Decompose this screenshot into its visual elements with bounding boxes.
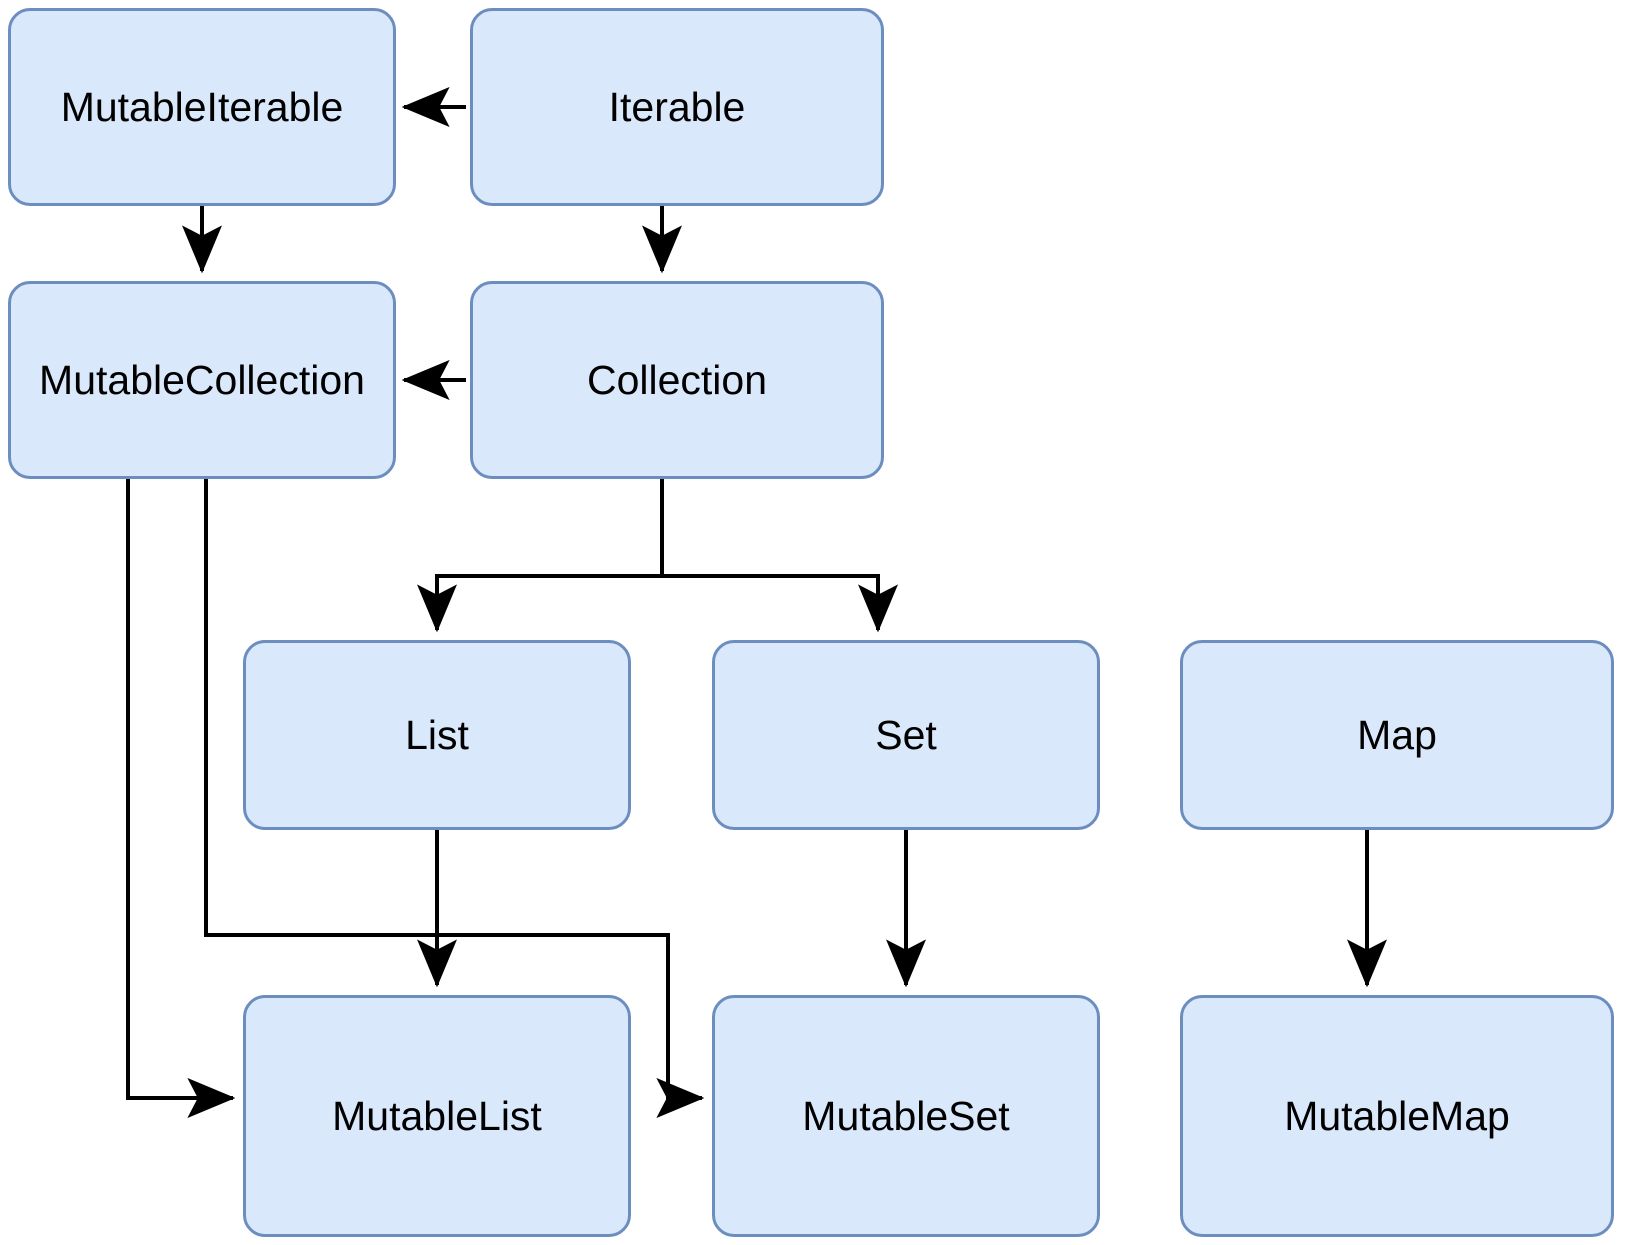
edge-collection-to-set: [660, 479, 898, 633]
node-label-mutable-iterable: MutableIterable: [60, 83, 344, 130]
node-label-list: List: [405, 711, 469, 758]
node-label-mutable-collection: MutableCollection: [39, 356, 365, 403]
node-label-mutable-list: MutableList: [332, 1092, 542, 1139]
node-set[interactable]: Set: [712, 640, 1100, 830]
node-label-map: Map: [1357, 711, 1437, 758]
node-mutable-list[interactable]: MutableList: [243, 995, 631, 1237]
node-label-mutable-map: MutableMap: [1284, 1092, 1510, 1139]
edge-collection-to-list: [417, 479, 664, 633]
diagram-canvas: MutableIterable Iterable MutableCollection…: [0, 0, 1627, 1245]
node-iterable[interactable]: Iterable: [470, 8, 884, 206]
node-list[interactable]: List: [243, 640, 631, 830]
node-mutable-map[interactable]: MutableMap: [1180, 995, 1614, 1237]
node-mutable-collection[interactable]: MutableCollection: [8, 281, 396, 479]
node-mutable-iterable[interactable]: MutableIterable: [8, 8, 396, 206]
node-map[interactable]: Map: [1180, 640, 1614, 830]
node-label-set: Set: [875, 711, 937, 758]
node-label-collection: Collection: [586, 356, 768, 403]
node-collection[interactable]: Collection: [470, 281, 884, 479]
node-label-iterable: Iterable: [608, 83, 746, 130]
node-label-mutable-set: MutableSet: [802, 1092, 1010, 1139]
node-mutable-set[interactable]: MutableSet: [712, 995, 1100, 1237]
edge-mutable-collection-to-mutable-list: [126, 479, 236, 1118]
